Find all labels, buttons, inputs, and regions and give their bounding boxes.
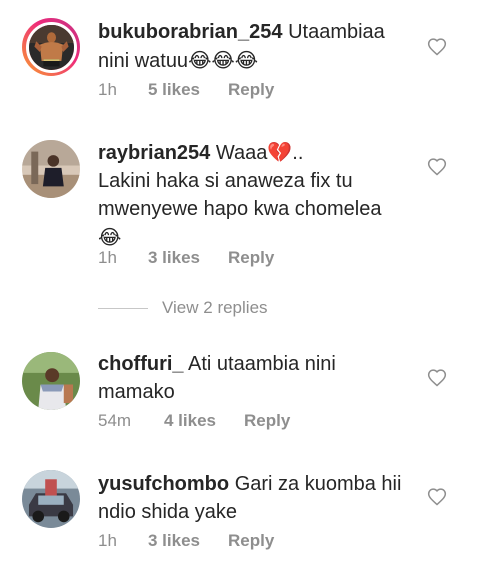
comment-text: choffuri_ Ati utaambia nini mamako <box>98 350 418 406</box>
comment-body-line2: Lakini haka si anaweza fix tu mwenyewe h… <box>98 170 382 220</box>
comment-likes[interactable]: 3 likes <box>148 248 200 268</box>
like-heart-icon[interactable] <box>427 368 447 388</box>
divider-line <box>98 307 148 309</box>
person-avatar-icon <box>22 352 80 410</box>
avatar[interactable] <box>22 470 80 528</box>
comment-body-suffix: .. <box>292 142 304 164</box>
comment-text: bukuborabrian_254 Utaambiaa nini watuu😂😂… <box>98 18 418 75</box>
avatar[interactable] <box>22 140 80 198</box>
avatar-wrap[interactable] <box>22 470 80 528</box>
comment-likes[interactable]: 4 likes <box>164 411 216 431</box>
comment-timestamp: 1h <box>98 248 117 267</box>
comment-likes[interactable]: 5 likes <box>148 80 200 100</box>
avatar-wrap[interactable] <box>22 140 80 198</box>
comment-meta: 1h 5 likes Reply <box>98 80 274 100</box>
comment-text: yusufchombo Gari za kuomba hii ndio shid… <box>98 470 418 526</box>
view-replies-button[interactable]: View 2 replies <box>98 298 268 318</box>
comment-timestamp: 1h <box>98 531 117 550</box>
emoji: 💔 <box>267 140 293 164</box>
comment-text: raybrian254 Waaa💔.. Lakini haka si anawe… <box>98 138 418 252</box>
like-heart-icon[interactable] <box>427 37 447 57</box>
comment-meta: 54m 4 likes Reply <box>98 411 290 431</box>
comment-username[interactable]: yusufchombo <box>98 473 229 495</box>
comment-meta: 1h 3 likes Reply <box>98 531 274 551</box>
like-heart-icon[interactable] <box>427 157 447 177</box>
comment-username[interactable]: bukuborabrian_254 <box>98 21 283 43</box>
boxer-avatar-icon <box>28 24 74 70</box>
comment-username[interactable]: choffuri_ <box>98 353 184 375</box>
view-replies-label[interactable]: View 2 replies <box>162 298 268 318</box>
comment-username[interactable]: raybrian254 <box>98 142 210 164</box>
avatar-wrap[interactable] <box>22 352 80 410</box>
like-heart-icon[interactable] <box>427 487 447 507</box>
comment-meta: 1h 3 likes Reply <box>98 248 274 268</box>
emoji: 😂 <box>98 225 122 249</box>
reply-button[interactable]: Reply <box>244 411 290 431</box>
avatar[interactable] <box>22 352 80 410</box>
reply-button[interactable]: Reply <box>228 248 274 268</box>
car-avatar-icon <box>22 470 80 528</box>
avatar[interactable] <box>25 21 77 73</box>
comment-body: Waaa <box>215 142 268 164</box>
comment-timestamp: 1h <box>98 80 117 99</box>
comment-timestamp: 54m <box>98 411 132 430</box>
emoji: 😂😂😂 <box>188 48 259 72</box>
reply-button[interactable]: Reply <box>228 531 274 551</box>
reply-button[interactable]: Reply <box>228 80 274 100</box>
person-avatar-icon <box>22 140 80 198</box>
avatar-story-ring[interactable] <box>22 18 80 76</box>
comment-likes[interactable]: 3 likes <box>148 531 200 551</box>
